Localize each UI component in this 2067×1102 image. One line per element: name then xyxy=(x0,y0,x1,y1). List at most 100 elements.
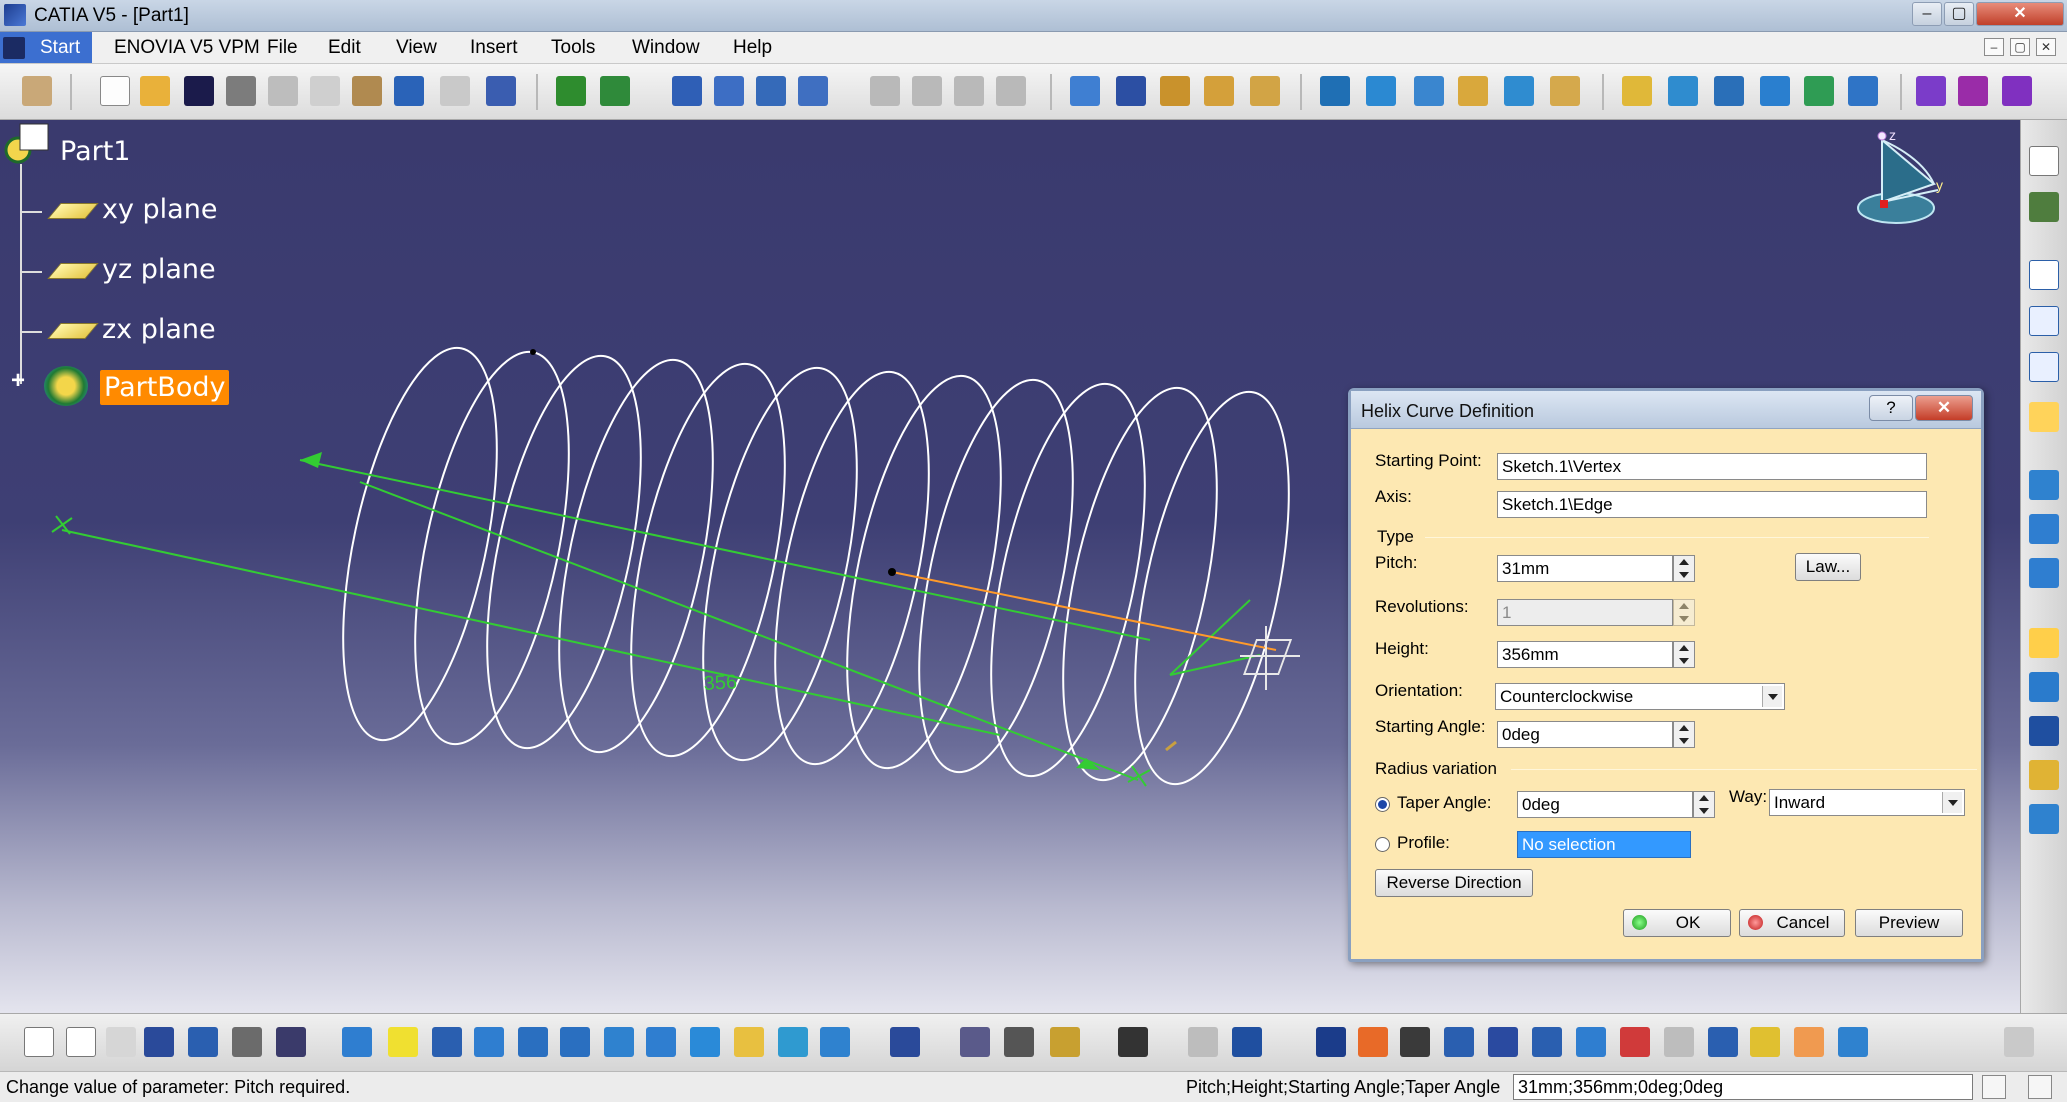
starting-angle-field[interactable]: 0deg xyxy=(1497,721,1673,748)
tree-item-xy-plane[interactable]: xy plane xyxy=(102,194,217,225)
menu-view[interactable]: View xyxy=(396,37,437,59)
helix-loop[interactable] xyxy=(1106,379,1318,798)
profile-radio[interactable] xyxy=(1375,837,1390,852)
helix-loop[interactable] xyxy=(890,367,1102,786)
extrude-icon[interactable] xyxy=(1320,76,1350,106)
pitch-spinner-icon[interactable] xyxy=(1673,555,1695,582)
taper-angle-radio[interactable] xyxy=(1375,797,1390,812)
table-icon[interactable] xyxy=(144,1027,174,1057)
helix-loop[interactable] xyxy=(458,343,670,762)
connect-checker-icon[interactable] xyxy=(1620,1027,1650,1057)
helix-loop[interactable] xyxy=(602,351,814,770)
tree-item-zx-plane[interactable]: zx plane xyxy=(102,314,216,345)
paste-icon[interactable] xyxy=(352,76,382,106)
ordered-set-icon[interactable] xyxy=(954,76,984,106)
capture-icon[interactable] xyxy=(1118,1027,1148,1057)
constraint-icon[interactable] xyxy=(1232,1027,1262,1057)
workbench-icon[interactable] xyxy=(22,76,52,106)
blend-surface-icon[interactable] xyxy=(2029,558,2059,588)
line-icon[interactable] xyxy=(714,76,744,106)
copy-icon[interactable] xyxy=(310,76,340,106)
measure-item-icon[interactable] xyxy=(1004,1027,1034,1057)
menu-file[interactable]: File xyxy=(267,37,298,59)
sweep-icon[interactable] xyxy=(1414,76,1444,106)
helix-loop[interactable] xyxy=(314,335,526,754)
chevron-down-icon[interactable] xyxy=(1942,792,1962,813)
translate-icon[interactable] xyxy=(1916,76,1946,106)
tree-item-yz-plane[interactable]: yz plane xyxy=(102,254,216,285)
taper-angle-spinner-icon[interactable] xyxy=(1693,791,1715,818)
whats-this-icon[interactable] xyxy=(486,76,516,106)
axis-system-icon[interactable] xyxy=(798,76,828,106)
doc-close-icon[interactable]: ✕ xyxy=(2036,38,2056,56)
start-menu[interactable]: Start xyxy=(0,32,92,63)
formula-icon[interactable] xyxy=(24,1027,54,1057)
orientation-select[interactable]: Counterclockwise xyxy=(1495,683,1785,710)
split-icon[interactable] xyxy=(1668,76,1698,106)
new-icon[interactable] xyxy=(100,76,130,106)
hide-show-icon[interactable] xyxy=(778,1027,808,1057)
helix-loop[interactable] xyxy=(674,355,886,774)
height-spinner-icon[interactable] xyxy=(1673,641,1695,668)
dialog-title-bar[interactable]: Helix Curve Definition ? ✕ xyxy=(1351,391,1981,429)
way-select[interactable]: Inward xyxy=(1769,789,1965,816)
compass-widget[interactable]: z y xyxy=(1852,128,1952,258)
sketcher-icon[interactable] xyxy=(1070,76,1100,106)
symmetry-icon[interactable] xyxy=(2002,76,2032,106)
menu-tools[interactable]: Tools xyxy=(551,37,595,59)
multi-section-icon[interactable] xyxy=(1504,76,1534,106)
zoom-out-icon[interactable] xyxy=(560,1027,590,1057)
menu-edit[interactable]: Edit xyxy=(328,37,361,59)
body-icon[interactable] xyxy=(870,76,900,106)
boundary-icon[interactable] xyxy=(1760,76,1790,106)
pitch-field[interactable]: 31mm xyxy=(1497,555,1673,582)
swap-space-icon[interactable] xyxy=(820,1027,850,1057)
select-icon[interactable] xyxy=(2029,146,2059,176)
preview-button[interactable]: Preview xyxy=(1855,909,1963,937)
offset-icon[interactable] xyxy=(2029,470,2059,500)
fit-all-icon[interactable] xyxy=(388,1027,418,1057)
tree-root-icon[interactable] xyxy=(4,123,49,164)
surface-icon[interactable] xyxy=(2029,628,2059,658)
projection-icon[interactable] xyxy=(2029,352,2059,382)
axis-icon[interactable] xyxy=(1400,1027,1430,1057)
reverse-direction-button[interactable]: Reverse Direction xyxy=(1375,869,1533,897)
shaft-icon[interactable] xyxy=(1250,76,1280,106)
blend-icon[interactable] xyxy=(1550,76,1580,106)
grid-bottom-icon[interactable] xyxy=(1488,1027,1518,1057)
status-power-input-icon[interactable] xyxy=(2028,1075,2052,1099)
expand-plus-icon[interactable]: + xyxy=(6,369,30,393)
spiral-icon[interactable] xyxy=(2029,804,2059,834)
boolean-icon[interactable] xyxy=(996,76,1026,106)
knowledge-icon[interactable] xyxy=(106,1027,136,1057)
starting-point-field[interactable]: Sketch.1\Vertex xyxy=(1497,453,1927,480)
axis-field[interactable]: Sketch.1\Edge xyxy=(1497,491,1927,518)
grid-icon[interactable] xyxy=(1116,76,1146,106)
point-icon[interactable] xyxy=(672,76,702,106)
eraser-icon[interactable] xyxy=(1838,1027,1868,1057)
print-icon[interactable] xyxy=(226,76,256,106)
help-icon[interactable]: ? xyxy=(1869,395,1913,421)
rules-icon[interactable] xyxy=(276,1027,306,1057)
shading-icon[interactable] xyxy=(734,1027,764,1057)
highlight-icon[interactable] xyxy=(1750,1027,1780,1057)
zoom-in-icon[interactable] xyxy=(518,1027,548,1057)
menu-window[interactable]: Window xyxy=(632,37,700,59)
mass-icon[interactable] xyxy=(1050,1027,1080,1057)
curvature-icon[interactable] xyxy=(1664,1027,1694,1057)
law-icon[interactable] xyxy=(2029,402,2059,432)
rotate-icon[interactable] xyxy=(1958,76,1988,106)
starting-angle-spinner-icon[interactable] xyxy=(1673,721,1695,748)
hand-icon[interactable] xyxy=(1358,1027,1388,1057)
spec-icon[interactable] xyxy=(1444,1027,1474,1057)
catalog-icon[interactable] xyxy=(188,1027,218,1057)
starting-point-icon[interactable] xyxy=(888,568,896,576)
update-all-icon[interactable] xyxy=(600,76,630,106)
multi-view-icon[interactable] xyxy=(646,1027,676,1057)
law-button[interactable]: Law... xyxy=(1795,553,1861,581)
fill-icon[interactable] xyxy=(1458,76,1488,106)
sketch-icon[interactable] xyxy=(2029,260,2059,290)
save-icon[interactable] xyxy=(184,76,214,106)
thickness-icon[interactable] xyxy=(2029,672,2059,702)
profile-field[interactable]: No selection xyxy=(1517,831,1691,858)
